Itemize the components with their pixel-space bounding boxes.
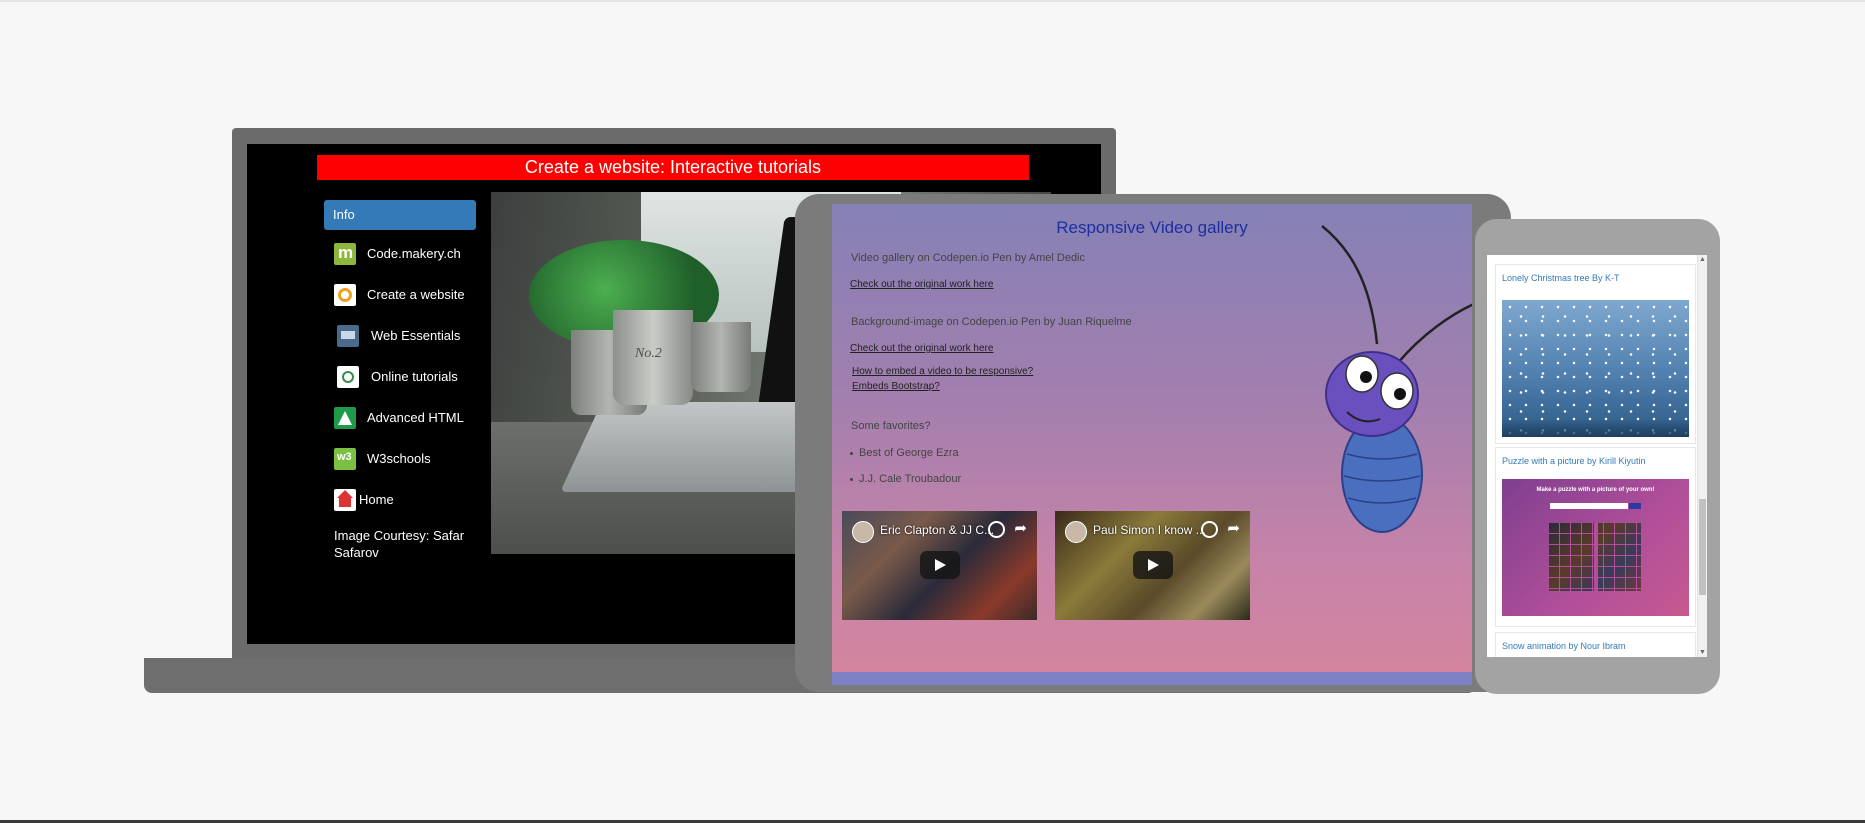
- video-title[interactable]: Paul Simon I know ...: [1093, 523, 1206, 537]
- original-work-link-1[interactable]: Check out the original work here: [850, 279, 993, 290]
- plant-pot-no2: No.2: [613, 310, 693, 405]
- gallery-card[interactable]: Puzzle with a picture by Kirill Kiyutin …: [1495, 447, 1696, 627]
- nav-item-label: Home: [359, 492, 394, 507]
- nav-item-web-essentials[interactable]: Web Essentials: [324, 318, 476, 359]
- nav-item-w3schools[interactable]: W3schools: [324, 441, 476, 482]
- snow-image[interactable]: [1502, 300, 1689, 437]
- info-button[interactable]: Info: [324, 200, 476, 230]
- nav-item-label: Code.makery.ch: [367, 246, 461, 261]
- nav-item-online-tutorials[interactable]: Online tutorials: [324, 359, 476, 400]
- favorites-heading: Some favorites?: [851, 420, 931, 432]
- nav-item-label: W3schools: [367, 451, 431, 466]
- video-embed[interactable]: Eric Clapton & JJ C... ➦: [842, 511, 1037, 620]
- favorite-item[interactable]: J.J. Cale Troubadour: [850, 473, 961, 485]
- share-icon[interactable]: ➦: [1014, 519, 1027, 537]
- site-title: Create a website: Interactive tutorials: [317, 155, 1029, 180]
- credit-text-2: Background-image on Codepen.io Pen by Ju…: [851, 316, 1132, 328]
- share-icon[interactable]: ➦: [1227, 519, 1240, 537]
- w3schools-icon: [334, 448, 356, 470]
- nav-item-create-website[interactable]: Create a website: [324, 277, 476, 318]
- card-title[interactable]: Puzzle with a picture by Kirill Kiyutin: [1496, 448, 1695, 466]
- nav-item-codemakery[interactable]: Code.makery.ch: [324, 236, 476, 277]
- puzzle-button[interactable]: [1629, 503, 1641, 509]
- scrollbar[interactable]: ▲ ▼: [1697, 255, 1707, 657]
- bootstrap-embeds-link[interactable]: Embeds Bootstrap?: [852, 381, 940, 392]
- nav-item-advanced-html[interactable]: Advanced HTML: [324, 400, 476, 441]
- play-icon[interactable]: [1133, 551, 1173, 579]
- responsive-embed-link[interactable]: How to embed a video to be responsive?: [852, 366, 1033, 377]
- image-courtesy: Image Courtesy: Safar Safarov: [334, 528, 465, 560]
- bullet-icon: [850, 477, 853, 481]
- pot-label: No.2: [635, 346, 662, 361]
- gallery-card[interactable]: Lonely Christmas tree By K-T: [1495, 264, 1696, 444]
- channel-avatar: [1065, 521, 1087, 543]
- bug-mascot-illustration: [1321, 225, 1472, 533]
- play-icon[interactable]: [920, 551, 960, 579]
- channel-avatar: [852, 521, 874, 543]
- scroll-down-icon[interactable]: ▼: [1699, 649, 1706, 656]
- create-website-icon: [334, 284, 356, 306]
- puzzle-grid[interactable]: [1549, 523, 1641, 591]
- nav-item-label: Online tutorials: [371, 369, 458, 384]
- plant-pot: [691, 322, 751, 392]
- scrollbar-thumb[interactable]: [1699, 499, 1706, 595]
- tablet-screen: Responsive Video gallery Video gallery o…: [832, 204, 1472, 685]
- credit-text-1: Video gallery on Codepen.io Pen by Amel …: [851, 252, 1086, 264]
- favorite-label: Best of George Ezra: [859, 447, 959, 459]
- advanced-html-icon: [334, 407, 356, 429]
- nav-item-home[interactable]: Home: [324, 482, 476, 523]
- nav-item-label: Web Essentials: [371, 328, 461, 343]
- codemakery-icon: [334, 243, 356, 265]
- watch-later-icon[interactable]: [988, 521, 1005, 538]
- puzzle-heading: Make a puzzle with a picture of your own…: [1536, 487, 1655, 493]
- video-embed[interactable]: Paul Simon I know ... ➦: [1055, 511, 1250, 620]
- favorite-item[interactable]: Best of George Ezra: [850, 447, 959, 459]
- puzzle-input[interactable]: [1550, 503, 1628, 509]
- phone-screen: Lonely Christmas tree By K-T Puzzle with…: [1487, 255, 1707, 657]
- favorite-label: J.J. Cale Troubadour: [859, 473, 962, 485]
- online-tutorials-icon: [337, 366, 359, 388]
- sidebar-nav: Info Code.makery.ch Create a website Web…: [324, 200, 476, 561]
- web-essentials-icon: [337, 325, 359, 347]
- video-title[interactable]: Eric Clapton & JJ C...: [880, 523, 994, 537]
- bullet-icon: [850, 451, 853, 455]
- tablet-footer-bar: [832, 672, 1472, 685]
- watch-later-icon[interactable]: [1201, 521, 1218, 538]
- original-work-link-2[interactable]: Check out the original work here: [850, 343, 993, 354]
- top-border: [0, 0, 1865, 2]
- nav-item-label: Create a website: [367, 287, 465, 302]
- nav-item-label: Advanced HTML: [367, 410, 464, 425]
- puzzle-image[interactable]: Make a puzzle with a picture of your own…: [1502, 479, 1689, 616]
- card-title[interactable]: Lonely Christmas tree By K-T: [1496, 265, 1695, 283]
- scroll-up-icon[interactable]: ▲: [1699, 256, 1706, 263]
- card-title[interactable]: Snow animation by Nour Ibram: [1496, 633, 1695, 651]
- gallery-card[interactable]: Snow animation by Nour Ibram: [1495, 632, 1696, 657]
- home-icon: [334, 489, 356, 511]
